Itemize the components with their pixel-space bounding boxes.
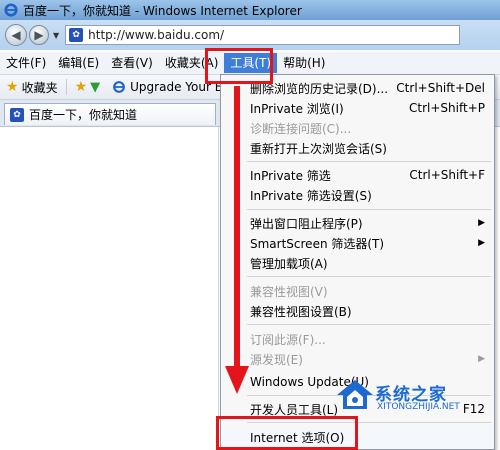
annotation-arrow-head-icon — [225, 366, 249, 394]
star-add-icon: ★ — [74, 79, 88, 95]
menu-item-inprivate-filter-settings[interactable]: InPrivate 筛选设置(S) — [222, 185, 493, 205]
menu-separator — [247, 161, 491, 162]
menu-item-inprivate-browsing[interactable]: InPrivate 浏览(I) Ctrl+Shift+P — [222, 98, 493, 118]
chevron-down-icon[interactable]: ▼ — [53, 31, 59, 40]
menu-item-manage-addons[interactable]: 管理加载项(A) — [222, 253, 493, 273]
address-input[interactable]: ✿ http://www.baidu.com/ — [65, 25, 461, 45]
menu-item-diagnose: 诊断连接问题(C)... — [250, 121, 352, 136]
menu-item-popup-blocker[interactable]: 弹出窗口阻止程序(P) ▶ — [222, 213, 493, 233]
star-icon: ★ — [6, 79, 19, 95]
menu-item-inprivate-filter[interactable]: InPrivate 筛选 Ctrl+Shift+F — [222, 165, 493, 185]
favorites-button[interactable]: ★ 收藏夹 — [0, 76, 64, 98]
house-logo-icon — [337, 380, 373, 409]
baidu-favicon-icon: ✿ — [10, 107, 24, 122]
menu-view[interactable]: 查看(V) — [105, 53, 159, 73]
menu-item-subscribe-feed: 订阅此源(F)... — [250, 332, 326, 347]
menu-edit[interactable]: 编辑(E) — [52, 53, 105, 73]
menu-item-reopen-session[interactable]: 重新打开上次浏览会话(S) — [222, 138, 493, 158]
arrow-left-icon: ◀ — [11, 28, 21, 42]
tab-baidu[interactable]: ✿ 百度一下，你就知道 — [4, 103, 216, 125]
arrow-right-icon: ▶ — [34, 28, 44, 42]
tab-title: 百度一下，你就知道 — [29, 108, 138, 122]
watermark: 系统之家 XITONGZHIJIA.NET — [335, 377, 500, 417]
address-row: ◀ ▶ ▼ ✿ http://www.baidu.com/ — [0, 20, 500, 50]
address-url: http://www.baidu.com/ — [88, 28, 225, 42]
submenu-arrow-icon: ▶ — [478, 354, 485, 364]
annotation-arrow-shaft — [234, 86, 240, 368]
submenu-arrow-icon: ▶ — [478, 238, 485, 248]
menu-item-compat-view-settings[interactable]: 兼容性视图设置(B) — [222, 301, 493, 321]
back-button[interactable]: ◀ — [5, 24, 27, 46]
watermark-subtitle: XITONGZHIJIA.NET — [377, 402, 460, 412]
divider — [65, 79, 67, 95]
add-favorite-button[interactable]: ★ ▼ — [69, 76, 107, 98]
ie-page-icon — [113, 81, 126, 93]
menu-separator — [247, 209, 491, 210]
menu-item-smartscreen[interactable]: SmartScreen 筛选器(T) ▶ — [222, 233, 493, 253]
menu-separator — [247, 276, 491, 277]
menu-item-feed-discovery: 源发现(E) ▶ — [250, 352, 485, 367]
baidu-favicon-icon: ✿ — [69, 28, 84, 42]
submenu-arrow-icon: ▶ — [478, 218, 485, 228]
ie-logo-icon — [4, 3, 18, 17]
menu-file[interactable]: 文件(F) — [0, 53, 52, 73]
favorites-label: 收藏夹 — [21, 80, 58, 95]
window-title: 百度一下，你就知道 - Windows Internet Explorer — [23, 3, 302, 18]
highlight-box-internet-options — [216, 416, 358, 450]
menu-separator — [247, 324, 491, 325]
title-bar: 百度一下，你就知道 - Windows Internet Explorer — [0, 0, 500, 20]
divider — [218, 127, 219, 450]
menu-item-compat-view: 兼容性视图(V) — [250, 284, 328, 299]
menu-help[interactable]: 帮助(H) — [277, 53, 331, 73]
forward-button[interactable]: ▶ — [29, 25, 49, 45]
highlight-box-tools — [205, 48, 273, 84]
plus-icon: ▼ — [90, 79, 101, 95]
